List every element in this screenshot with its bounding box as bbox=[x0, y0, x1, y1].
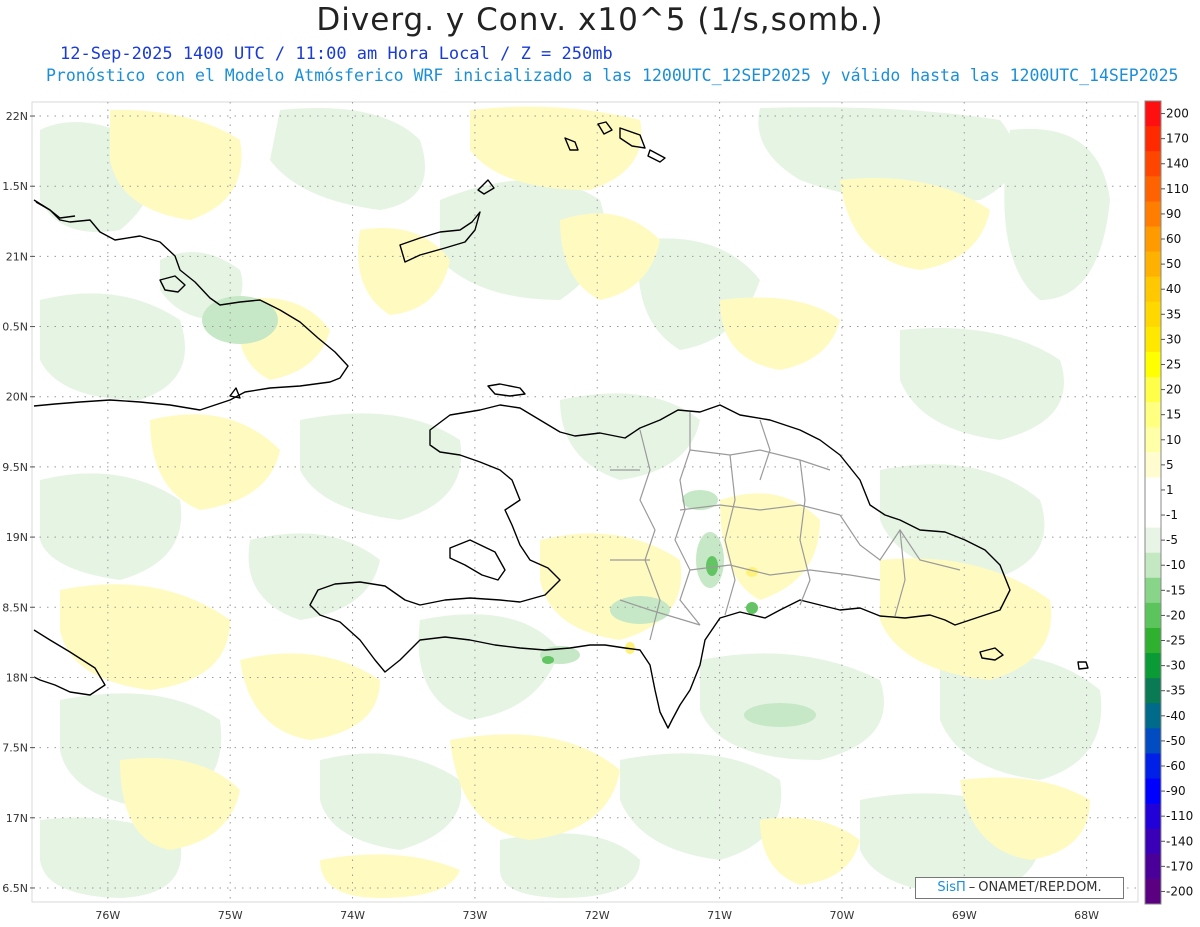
legend-label: 1 bbox=[1166, 483, 1174, 497]
legend-swatch bbox=[1145, 552, 1161, 579]
legend-swatch bbox=[1145, 452, 1161, 478]
lon-label: 72W bbox=[585, 909, 610, 922]
legend-swatch bbox=[1145, 703, 1161, 729]
legend-label: -10 bbox=[1166, 558, 1186, 572]
legend-swatch bbox=[1145, 678, 1161, 704]
legend-label: -110 bbox=[1166, 809, 1193, 823]
lat-label: 20N bbox=[6, 391, 28, 404]
lon-label: 71W bbox=[707, 909, 732, 922]
legend-swatch bbox=[1145, 602, 1161, 629]
legend-label: 90 bbox=[1166, 207, 1181, 221]
lon-label: 69W bbox=[952, 909, 977, 922]
legend-swatch bbox=[1145, 176, 1161, 202]
legend-label: -60 bbox=[1166, 759, 1186, 773]
legend-swatch bbox=[1145, 326, 1161, 353]
legend-label: 25 bbox=[1166, 357, 1181, 371]
forecast-map: 22N 1.5N 21N 0.5N 20N 9.5N 19N 8.5N 18N 7.5N 17N 6.… bbox=[2, 100, 1193, 922]
legend-swatch bbox=[1145, 577, 1161, 604]
legend-swatch bbox=[1145, 427, 1161, 453]
legend-label: -1 bbox=[1166, 508, 1178, 522]
legend-swatch bbox=[1145, 101, 1161, 127]
legend-swatch bbox=[1145, 351, 1161, 378]
lon-label: 68W bbox=[1074, 909, 1099, 922]
legend-label: -25 bbox=[1166, 634, 1186, 648]
credit-separator: – bbox=[968, 880, 976, 895]
legend-swatch bbox=[1145, 778, 1161, 805]
legend-label: 15 bbox=[1166, 408, 1181, 422]
legend-label: -20 bbox=[1166, 608, 1186, 622]
credit-box: SisΠ – ONAMET/REP.DOM. bbox=[915, 877, 1124, 899]
lat-label: 7.5N bbox=[2, 742, 28, 755]
legend-label: 20 bbox=[1166, 383, 1181, 397]
latitude-labels: 22N 1.5N 21N 0.5N 20N 9.5N 19N 8.5N 18N 7.5N 17N 6.… bbox=[2, 110, 35, 895]
legend-swatch bbox=[1145, 653, 1161, 679]
legend-label: 140 bbox=[1166, 157, 1189, 171]
legend-swatch bbox=[1145, 853, 1161, 880]
legend-swatch bbox=[1145, 527, 1161, 554]
legend-swatch bbox=[1145, 151, 1161, 177]
legend-swatch bbox=[1145, 502, 1161, 529]
legend-swatch bbox=[1145, 828, 1161, 855]
legend-label: -170 bbox=[1166, 859, 1193, 873]
lon-label: 76W bbox=[95, 909, 120, 922]
lat-label: 6.5N bbox=[2, 882, 28, 895]
lon-label: 74W bbox=[340, 909, 365, 922]
longitude-labels: 76W 75W 74W 73W 72W 71W 70W 69W 68W bbox=[95, 909, 1099, 922]
legend-label: 200 bbox=[1166, 107, 1189, 121]
legend-swatch bbox=[1145, 402, 1161, 428]
legend-swatch bbox=[1145, 201, 1161, 227]
legend-label: -30 bbox=[1166, 659, 1186, 673]
legend-label: -50 bbox=[1166, 734, 1186, 748]
legend-label: -40 bbox=[1166, 709, 1186, 723]
lat-label: 9.5N bbox=[2, 461, 28, 474]
lat-label: 1.5N bbox=[2, 180, 28, 193]
legend-label: 60 bbox=[1166, 232, 1181, 246]
legend-label: -90 bbox=[1166, 784, 1186, 798]
legend-swatch bbox=[1145, 878, 1161, 905]
legend-swatch bbox=[1145, 301, 1161, 328]
legend-swatch bbox=[1145, 753, 1161, 780]
legend-swatch bbox=[1145, 377, 1161, 403]
legend-swatch bbox=[1145, 728, 1161, 754]
lat-label: 18N bbox=[6, 671, 28, 684]
legend-label: 10 bbox=[1166, 433, 1181, 447]
legend-swatch bbox=[1145, 276, 1161, 303]
legend-swatch bbox=[1145, 477, 1161, 503]
legend-label: 40 bbox=[1166, 282, 1181, 296]
legend-label: 170 bbox=[1166, 132, 1189, 146]
legend-label: 30 bbox=[1166, 332, 1181, 346]
legend-label: 110 bbox=[1166, 182, 1189, 196]
legend-swatch bbox=[1145, 226, 1161, 253]
color-legend: 200 170 140 110 90 60 50 40 35 30 25 20 15 10 5 1 -1 -5 -1… bbox=[1144, 100, 1193, 905]
legend-swatch bbox=[1145, 126, 1161, 152]
legend-swatch bbox=[1145, 251, 1161, 278]
sispi-logo: SisΠ bbox=[937, 880, 966, 895]
lat-label: 22N bbox=[6, 110, 28, 123]
legend-label: -35 bbox=[1166, 684, 1186, 698]
lat-label: 8.5N bbox=[2, 601, 28, 614]
legend-label: -140 bbox=[1166, 834, 1193, 848]
lat-label: 0.5N bbox=[2, 321, 28, 334]
lat-label: 21N bbox=[6, 250, 28, 263]
lon-label: 70W bbox=[829, 909, 854, 922]
lat-label: 17N bbox=[6, 812, 28, 825]
lat-label: 19N bbox=[6, 531, 28, 544]
legend-swatch bbox=[1145, 627, 1161, 654]
agency-label: ONAMET/REP.DOM. bbox=[978, 880, 1102, 895]
legend-label: 5 bbox=[1166, 458, 1174, 472]
lon-label: 75W bbox=[218, 909, 243, 922]
legend-label: -5 bbox=[1166, 533, 1178, 547]
lon-label: 73W bbox=[462, 909, 487, 922]
legend-label: 50 bbox=[1166, 257, 1181, 271]
legend-label: -200 bbox=[1166, 884, 1193, 898]
legend-label: 35 bbox=[1166, 307, 1181, 321]
legend-label: -15 bbox=[1166, 583, 1186, 597]
legend-swatch bbox=[1145, 803, 1161, 830]
